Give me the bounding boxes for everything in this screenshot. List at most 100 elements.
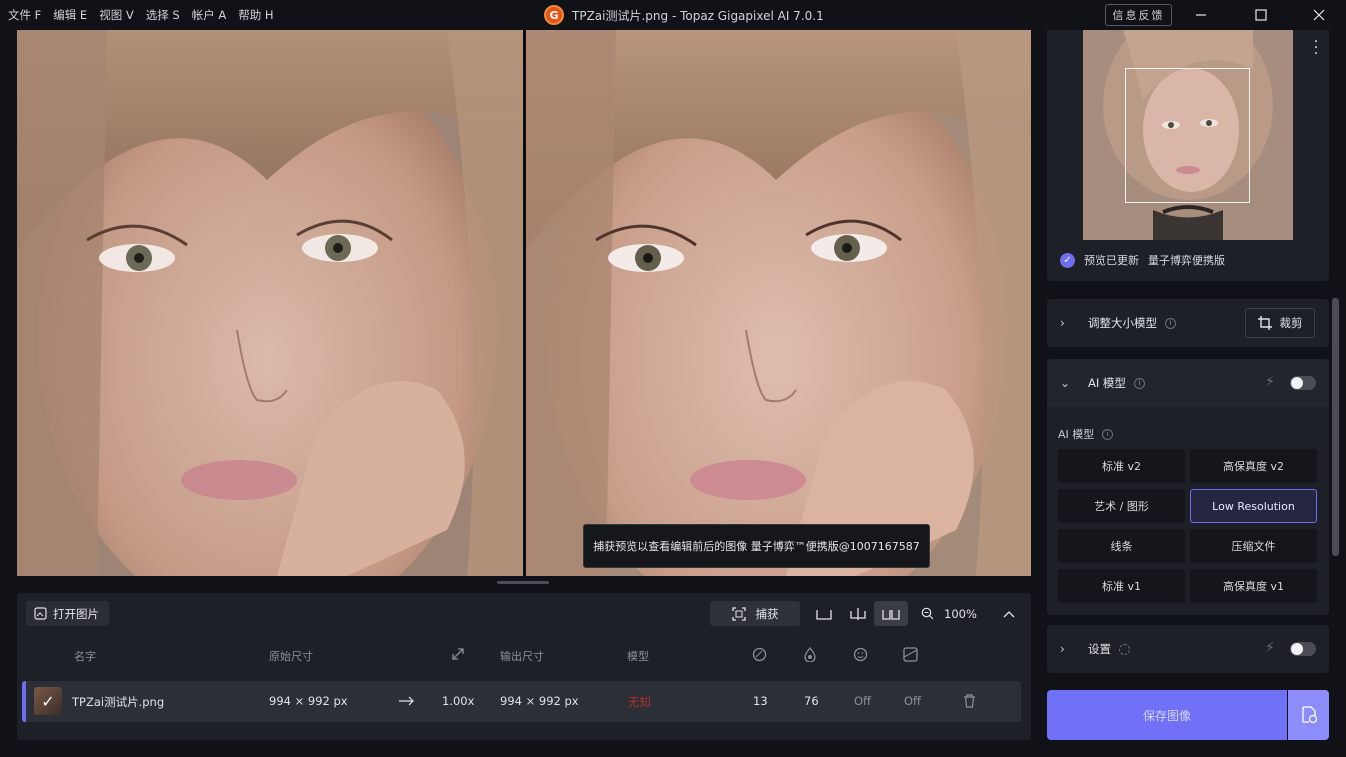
- settings-title: 设置: [1088, 642, 1111, 656]
- model-high-fidelity-v1[interactable]: 高保真度 v1: [1190, 569, 1317, 603]
- model-high-fidelity-v2[interactable]: 高保真度 v2: [1190, 449, 1317, 483]
- preview-image-pane[interactable]: [526, 30, 1031, 576]
- info-icon[interactable]: i: [1133, 377, 1145, 389]
- resize-model-header[interactable]: › 调整大小模型 i 裁剪: [1047, 299, 1329, 347]
- save-options-button[interactable]: [1288, 690, 1329, 740]
- zoom-control[interactable]: 100%: [913, 601, 1021, 626]
- close-icon: [1313, 9, 1325, 21]
- settings-header[interactable]: › 设置 ⚡: [1047, 625, 1329, 673]
- preview-watermark: 量子博弈便携版: [1148, 254, 1225, 267]
- navigator-thumbnail[interactable]: [1083, 30, 1293, 240]
- face-recovery-icon: [853, 647, 868, 662]
- window-title: G TPZai测试片.png - Topaz Gigapixel AI 7.0.…: [544, 4, 824, 26]
- single-view-icon: [816, 609, 832, 620]
- bolt-icon: ⚡: [1265, 640, 1275, 656]
- split-view-button[interactable]: [841, 601, 875, 626]
- zoom-value: 100%: [944, 606, 977, 621]
- refresh-icon: [1119, 643, 1130, 655]
- model-standard-v2[interactable]: 标准 v2: [1058, 449, 1185, 483]
- zoom-icon: [921, 607, 934, 620]
- capture-tooltip: 捕获预览以查看编辑前后的图像 量子博弈™便携版@1007167587: [583, 524, 930, 568]
- capture-label: 捕获: [755, 606, 779, 621]
- settings-toggle[interactable]: [1290, 642, 1316, 656]
- denoise-icon: [752, 647, 767, 662]
- window-title-text: TPZai测试片.png - Topaz Gigapixel AI 7.0.1: [572, 8, 824, 23]
- single-view-button[interactable]: [807, 601, 841, 626]
- file-output-size: 994 × 992 px: [500, 694, 579, 708]
- model-lines[interactable]: 线条: [1058, 529, 1185, 563]
- split-view-icon: [850, 607, 866, 620]
- ai-model-sub-label: AI 模型 i: [1058, 426, 1114, 442]
- feedback-button[interactable]: 信息反馈: [1105, 4, 1172, 26]
- model-low-resolution[interactable]: Low Resolution: [1190, 489, 1317, 523]
- chevron-right-icon: ›: [1060, 642, 1065, 656]
- chevron-up-icon: [1003, 610, 1015, 617]
- file-name: TPZai测试片.png: [72, 695, 165, 709]
- side-by-side-view-button[interactable]: [874, 601, 908, 626]
- menu-file[interactable]: 文件 F: [8, 7, 41, 23]
- side-panel-scrollbar[interactable]: [1332, 298, 1339, 556]
- minimize-button[interactable]: [1178, 0, 1224, 30]
- resize-model-title: 调整大小模型: [1088, 316, 1157, 330]
- save-image-button[interactable]: 保存图像: [1047, 690, 1287, 740]
- menu-account[interactable]: 帐户 A: [192, 7, 227, 23]
- chevron-right-icon: ›: [1060, 316, 1065, 330]
- file-denoise-value: 13: [753, 694, 768, 708]
- maximize-icon: [1255, 9, 1267, 21]
- model-art-graphics[interactable]: 艺术 / 图形: [1058, 489, 1185, 523]
- open-image-label: 打开图片: [53, 606, 99, 621]
- resize-model-card: › 调整大小模型 i 裁剪: [1047, 299, 1329, 347]
- preview-status: ✓ 预览已更新 量子博弈便携版: [1060, 252, 1225, 268]
- crop-label: 裁剪: [1279, 316, 1303, 330]
- file-scale: 1.00x: [442, 694, 475, 708]
- ai-model-title: AI 模型: [1088, 376, 1126, 390]
- app-logo-icon: G: [544, 5, 564, 25]
- panel-resize-handle[interactable]: [497, 581, 549, 584]
- ai-model-toggle[interactable]: [1290, 376, 1316, 390]
- col-model: 模型: [627, 650, 649, 663]
- check-icon: ✓: [1060, 252, 1075, 268]
- title-bar: 文件 F 编辑 E 视图 V 选择 S 帐户 A 帮助 H G TPZai测试片…: [0, 0, 1346, 30]
- model-standard-v1[interactable]: 标准 v1: [1058, 569, 1185, 603]
- file-sharpen-value: 76: [804, 694, 819, 708]
- crop-button[interactable]: 裁剪: [1245, 308, 1315, 338]
- open-image-button[interactable]: 打开图片: [26, 601, 109, 626]
- capture-icon: [731, 606, 746, 621]
- col-original-size: 原始尺寸: [269, 650, 313, 663]
- ai-model-header[interactable]: ⌄ AI 模型 i ⚡: [1047, 359, 1329, 407]
- preview-status-text: 预览已更新: [1084, 254, 1139, 267]
- original-image-pane[interactable]: [17, 30, 523, 576]
- scale-icon: [452, 648, 464, 660]
- menu-help[interactable]: 帮助 H: [238, 7, 273, 23]
- file-model: 无知: [628, 695, 651, 709]
- file-queue-panel: 打开图片 捕获 100% 名字 原始尺寸 输出尺寸 模型 ✓ TPZai测试片.…: [17, 593, 1031, 740]
- info-icon[interactable]: i: [1165, 317, 1176, 329]
- model-compressed[interactable]: 压缩文件: [1190, 529, 1317, 563]
- sharpen-drop-icon: [804, 647, 816, 662]
- trash-icon[interactable]: [963, 694, 976, 708]
- capture-button[interactable]: 捕获: [710, 601, 800, 626]
- bolt-icon: ⚡: [1265, 374, 1275, 390]
- ai-model-sub-label-text: AI 模型: [1058, 428, 1095, 441]
- col-output-size: 输出尺寸: [500, 650, 544, 663]
- navigator-viewport-rect[interactable]: [1125, 68, 1250, 203]
- menu-edit[interactable]: 编辑 E: [53, 7, 87, 23]
- info-icon[interactable]: i: [1102, 428, 1114, 440]
- navigator-panel: · · · ✓ 预览已更新 量子博弈便携版: [1047, 30, 1329, 281]
- more-options-icon[interactable]: · · ·: [1311, 35, 1321, 61]
- menu-select[interactable]: 选择 S: [146, 7, 180, 23]
- minimize-icon: [1196, 14, 1206, 16]
- file-color-value: Off: [904, 694, 921, 708]
- preview-photo: [526, 30, 1031, 576]
- chevron-down-icon: ⌄: [1060, 376, 1071, 390]
- close-button[interactable]: [1296, 0, 1342, 30]
- export-settings-icon: [1301, 706, 1317, 724]
- table-row[interactable]: ✓ TPZai测试片.png 994 × 992 px 1.00x 994 × …: [22, 681, 1021, 722]
- col-name: 名字: [74, 650, 96, 663]
- image-viewer[interactable]: 捕获预览以查看编辑前后的图像 量子博弈™便携版@1007167587: [17, 30, 1031, 576]
- menu-view[interactable]: 视图 V: [99, 7, 134, 23]
- color-adjust-icon: [903, 647, 918, 662]
- maximize-button[interactable]: [1238, 0, 1284, 30]
- image-add-icon: [34, 607, 47, 620]
- original-photo: [17, 30, 523, 576]
